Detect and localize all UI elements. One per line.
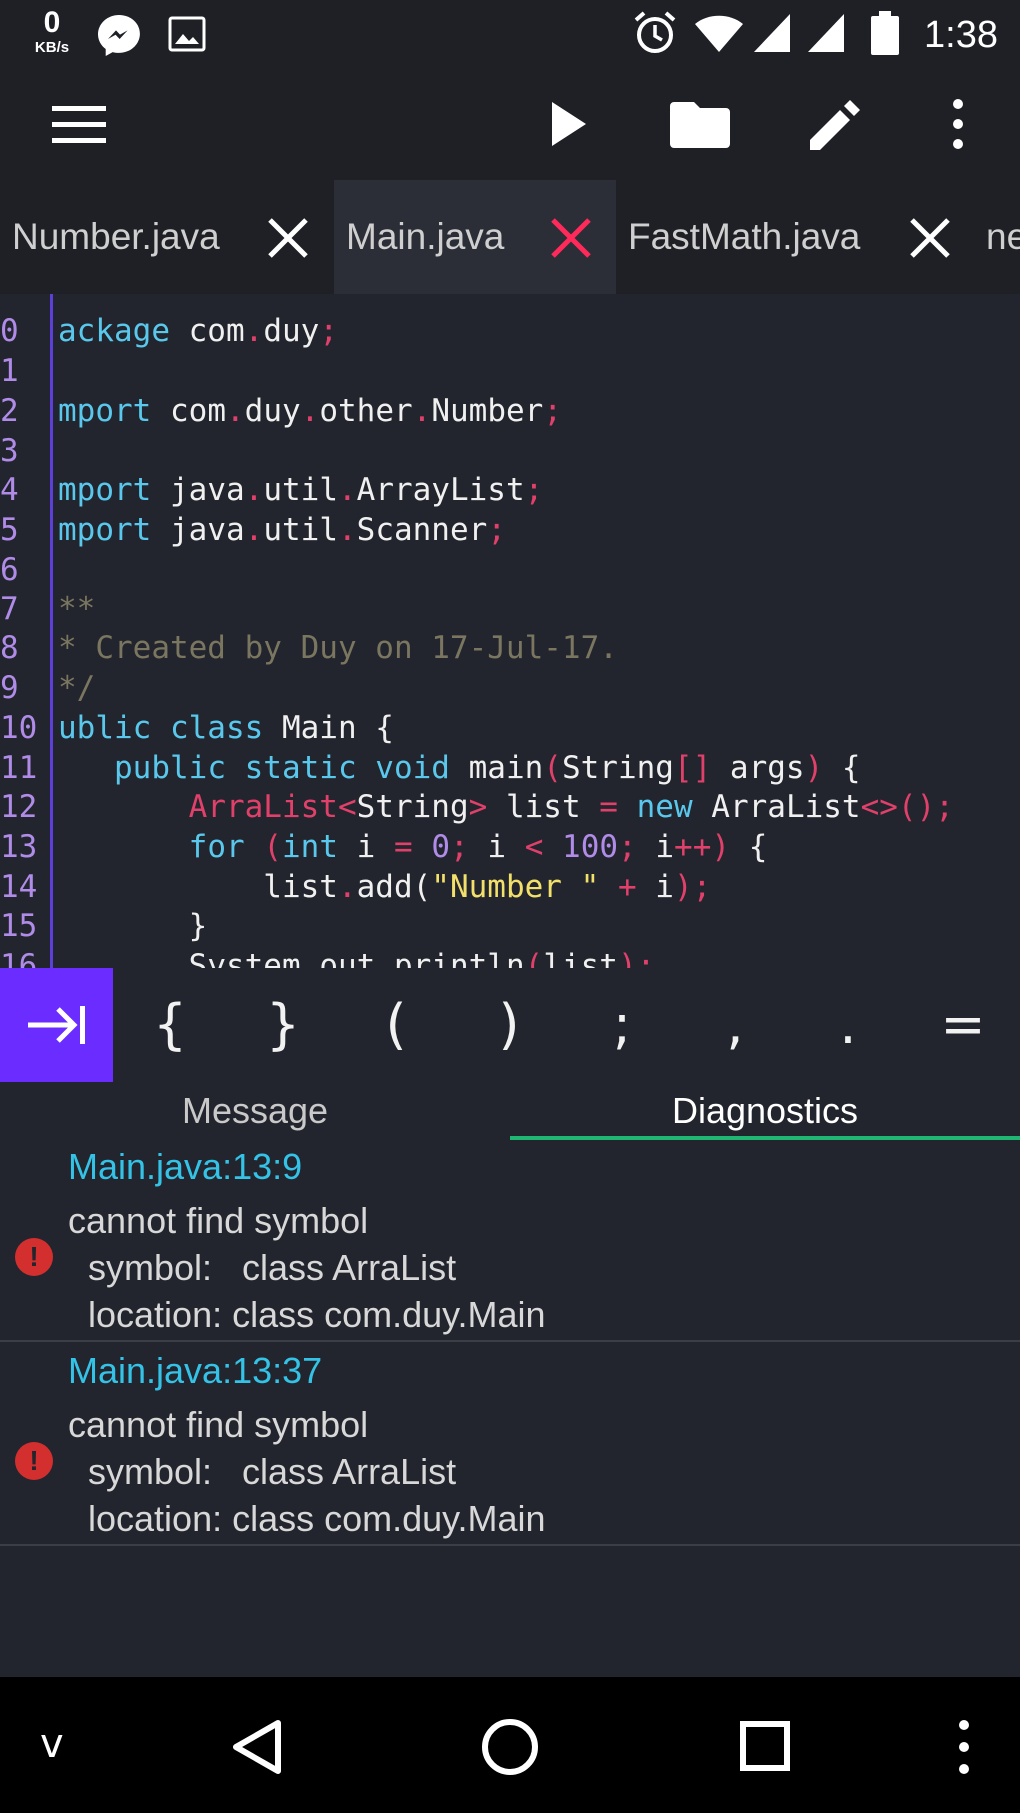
battery-icon — [871, 11, 899, 55]
gutter-divider — [50, 294, 53, 968]
diagnostic-symbol: symbol: class ArraList — [88, 1451, 457, 1492]
symbol-key[interactable]: { — [130, 968, 210, 1082]
wifi-icon — [695, 15, 743, 52]
network-speed: 0 KB/s — [24, 6, 80, 56]
symbol-key[interactable]: . — [808, 968, 888, 1082]
tab-overflow[interactable]: ne — [974, 180, 1020, 294]
symbol-key[interactable]: ( — [356, 968, 436, 1082]
run-icon[interactable] — [548, 100, 588, 148]
cell-signal-2-icon — [808, 14, 844, 52]
more-vert-icon[interactable] — [952, 1717, 976, 1777]
error-icon — [15, 1238, 53, 1276]
diagnostic-symbol: symbol: class ArraList — [88, 1247, 457, 1288]
symbol-key[interactable]: ) — [469, 968, 549, 1082]
line-number: 8 — [0, 630, 19, 666]
close-icon[interactable] — [266, 216, 310, 260]
line-number: 11 — [0, 750, 38, 786]
line-number: 13 — [0, 829, 38, 865]
line-number: 16 — [0, 948, 38, 968]
line-number: 1 — [0, 353, 19, 389]
network-speed-unit: KB/s — [34, 39, 70, 56]
line-number: 14 — [0, 869, 38, 905]
code-line: */ — [58, 670, 96, 706]
code-line: mport java.util.ArrayList; — [58, 472, 544, 508]
folder-icon[interactable] — [670, 98, 732, 150]
menu-icon[interactable] — [50, 102, 108, 148]
diagnostic-location-detail: location: class com.duy.Main — [88, 1498, 546, 1539]
code-line: ackage com.duy; — [58, 313, 338, 349]
line-number: 12 — [0, 789, 38, 825]
code-line: for (int i = 0; i < 100; i++) { — [188, 829, 768, 865]
diagnostic-message: cannot find symbol — [68, 1200, 369, 1241]
diagnostic-location[interactable]: Main.java:13:9 — [68, 1146, 302, 1188]
tab-label: FastMath.java — [628, 216, 861, 257]
tab-key-button[interactable] — [0, 968, 113, 1082]
divider — [0, 1340, 1020, 1342]
code-editor[interactable]: 0 1 2 3 4 5 6 7 8 9 10 11 12 13 14 15 16… — [0, 294, 1020, 968]
tab-fastmath-java[interactable]: FastMath.java — [616, 180, 974, 294]
line-number: 2 — [0, 393, 19, 429]
diagnostic-message: cannot find symbol — [68, 1404, 369, 1445]
code-line: public static void main(String[] args) { — [114, 750, 861, 786]
image-icon — [168, 16, 206, 52]
line-number: 6 — [0, 552, 19, 588]
code-line: list.add("Number " + i); — [58, 869, 712, 905]
diagnostic-item[interactable]: Main.java:13:9 cannot find symbol symbol… — [0, 1140, 1020, 1340]
tab-key-icon — [28, 1006, 85, 1044]
home-icon[interactable] — [480, 1717, 540, 1777]
divider — [0, 1544, 1020, 1546]
tab-number-java[interactable]: Number.java — [0, 180, 334, 294]
back-icon[interactable] — [228, 1717, 284, 1777]
line-number: 9 — [0, 670, 19, 706]
tab-label: Main.java — [346, 216, 505, 257]
line-number: 3 — [0, 433, 19, 469]
code-line: ArraList<String> list = new ArraList<>()… — [188, 789, 954, 825]
diagnostic-location[interactable]: Main.java:13:37 — [68, 1350, 322, 1392]
close-icon[interactable] — [549, 216, 593, 260]
code-line: System.out.println(list); — [58, 948, 656, 968]
navigation-bar: v — [0, 1677, 1020, 1813]
toolbar — [0, 70, 1020, 180]
line-number: 0 — [0, 313, 19, 349]
recents-icon[interactable] — [740, 1721, 790, 1771]
network-speed-value: 0 — [43, 6, 61, 39]
code-line: * Created by Duy on 17-Jul-17. — [58, 630, 618, 666]
diagnostic-item[interactable]: Main.java:13:37 cannot find symbol symbo… — [0, 1344, 1020, 1544]
line-number: 7 — [0, 591, 19, 627]
tab-main-java[interactable]: Main.java — [334, 180, 616, 294]
tab-label: ne — [986, 216, 1020, 257]
tab-label: Number.java — [12, 216, 220, 257]
close-icon[interactable] — [908, 216, 952, 260]
line-number: 5 — [0, 512, 19, 548]
more-vert-icon[interactable] — [946, 98, 970, 150]
file-tabs: Number.java Main.java FastMath.java ne — [0, 180, 1020, 294]
error-icon — [15, 1442, 53, 1480]
line-number: 4 — [0, 472, 19, 508]
symbol-key[interactable]: } — [243, 968, 323, 1082]
symbol-key[interactable]: = — [923, 968, 1003, 1082]
keyboard-toggle[interactable]: v — [40, 1721, 64, 1767]
messenger-icon — [98, 15, 140, 56]
alarm-icon — [634, 11, 676, 53]
cell-signal-icon — [754, 14, 790, 52]
code-line: ** — [58, 591, 96, 627]
edit-icon[interactable] — [808, 96, 864, 152]
code-line: mport java.util.Scanner; — [58, 512, 506, 548]
symbol-key[interactable]: , — [695, 968, 775, 1082]
line-number: 15 — [0, 908, 38, 944]
code-line: ublic class Main { — [58, 710, 394, 746]
panel-tabs: Message Diagnostics — [0, 1082, 1020, 1140]
line-number: 10 — [0, 710, 38, 746]
symbol-key[interactable]: ; — [582, 968, 662, 1082]
tab-message[interactable]: Message — [0, 1082, 510, 1140]
code-line: } — [58, 908, 208, 944]
code-line: mport com.duy.other.Number; — [58, 393, 562, 429]
status-bar: 0 KB/s 1:38 — [0, 0, 1020, 70]
tab-diagnostics[interactable]: Diagnostics — [510, 1082, 1020, 1140]
diagnostic-location-detail: location: class com.duy.Main — [88, 1294, 546, 1335]
clock: 1:38 — [924, 14, 998, 56]
